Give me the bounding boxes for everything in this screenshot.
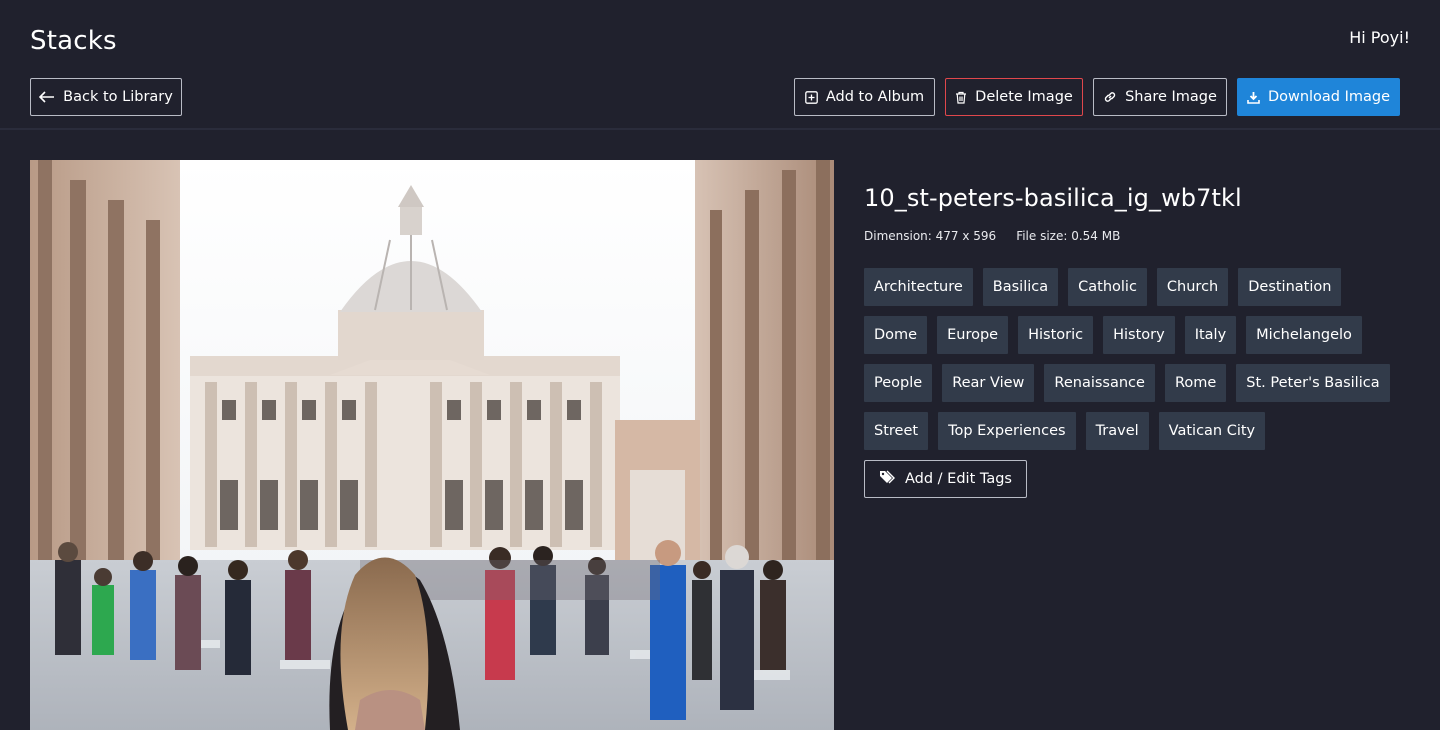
image-details-panel: 10_st-peters-basilica_ig_wb7tkl Dimensio… xyxy=(864,184,1410,498)
tag-chip[interactable]: Church xyxy=(1156,268,1229,306)
tag-list: Architecture Basilica Catholic Church Destin… xyxy=(864,268,1410,498)
share-image-label: Share Image xyxy=(1125,89,1217,105)
image-dimension: Dimension: 477 x 596 xyxy=(864,229,997,243)
tag-chip[interactable]: Street xyxy=(864,412,929,450)
back-to-library-button[interactable]: Back to Library xyxy=(30,78,182,116)
delete-image-button[interactable]: Delete Image xyxy=(945,78,1083,116)
image-name: 10_st-peters-basilica_ig_wb7tkl xyxy=(864,184,1242,212)
tag-chip[interactable]: Basilica xyxy=(982,268,1059,306)
add-to-album-button[interactable]: Add to Album xyxy=(794,78,935,116)
top-header: Stacks Hi Poyi! Back to Library Add to A… xyxy=(0,0,1440,130)
image-file-size: File size: 0.54 MB xyxy=(1016,229,1121,243)
add-edit-tags-button[interactable]: Add / Edit Tags xyxy=(864,460,1027,498)
app-title: Stacks xyxy=(30,26,117,56)
tag-chip[interactable]: St. Peter's Basilica xyxy=(1236,364,1390,402)
back-to-library-label: Back to Library xyxy=(63,89,173,105)
link-icon xyxy=(1103,90,1117,104)
trash-icon xyxy=(955,91,967,104)
share-image-button[interactable]: Share Image xyxy=(1093,78,1227,116)
image-meta: Dimension: 477 x 596 File size: 0.54 MB xyxy=(864,229,1410,243)
tags-icon xyxy=(879,470,896,488)
tag-chip[interactable]: Italy xyxy=(1184,316,1237,354)
arrow-left-icon xyxy=(39,91,55,103)
tag-chip[interactable]: Renaissance xyxy=(1044,364,1155,402)
tag-chip[interactable]: People xyxy=(864,364,933,402)
tag-chip[interactable]: Dome xyxy=(864,316,928,354)
tag-chip[interactable]: History xyxy=(1103,316,1175,354)
tag-chip[interactable]: Rear View xyxy=(942,364,1035,402)
download-icon xyxy=(1247,91,1260,104)
delete-image-label: Delete Image xyxy=(975,89,1073,105)
plus-square-icon xyxy=(804,90,818,104)
user-greeting: Hi Poyi! xyxy=(1349,28,1410,47)
tag-chip[interactable]: Catholic xyxy=(1068,268,1147,306)
tag-chip[interactable]: Travel xyxy=(1085,412,1149,450)
tag-chip[interactable]: Europe xyxy=(937,316,1009,354)
download-image-button[interactable]: Download Image xyxy=(1237,78,1400,116)
tag-chip[interactable]: Rome xyxy=(1164,364,1227,402)
tag-chip[interactable]: Michelangelo xyxy=(1246,316,1362,354)
tag-chip[interactable]: Architecture xyxy=(864,268,973,306)
add-to-album-label: Add to Album xyxy=(825,89,925,105)
tag-chip[interactable]: Destination xyxy=(1238,268,1342,306)
download-image-label: Download Image xyxy=(1267,89,1391,105)
tag-chip[interactable]: Top Experiences xyxy=(938,412,1076,450)
image-preview xyxy=(30,160,834,730)
add-edit-tags-label: Add / Edit Tags xyxy=(905,471,1012,487)
tag-chip[interactable]: Historic xyxy=(1018,316,1094,354)
tag-chip[interactable]: Vatican City xyxy=(1158,412,1266,450)
